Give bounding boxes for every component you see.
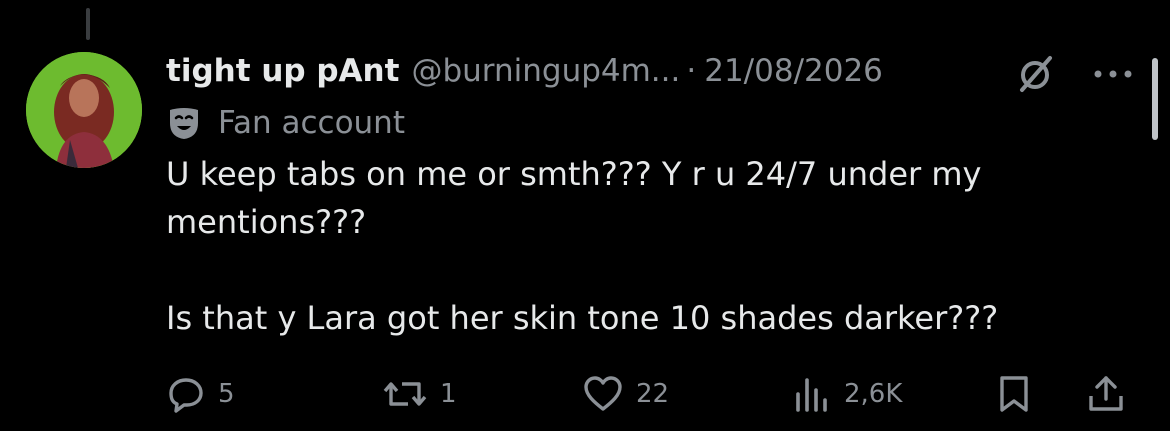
avatar-image: [26, 52, 142, 168]
scrollbar[interactable]: [1152, 58, 1158, 140]
label-text: Fan account: [218, 105, 405, 141]
tweet-header: tight up pAnt @burningup4m... · 21/08/20…: [166, 46, 883, 96]
paragraph-break: [166, 246, 1126, 294]
views-icon: [796, 378, 827, 412]
views-count: 2,6K: [844, 379, 903, 409]
theater-mask-icon: [170, 108, 198, 139]
reply-count: 5: [218, 379, 235, 409]
repost-count: 1: [440, 379, 457, 409]
heart-icon: [584, 376, 622, 411]
bookmark-button[interactable]: [994, 372, 1034, 416]
reply-button[interactable]: 5: [166, 372, 235, 416]
tweet-date[interactable]: 21/08/2026: [704, 53, 883, 89]
like-button[interactable]: 22: [582, 372, 669, 416]
avatar[interactable]: [26, 52, 142, 168]
user-handle[interactable]: @burningup4m...: [411, 53, 680, 89]
repost-icon: [383, 382, 427, 406]
thread-connector-line: [86, 8, 90, 40]
tweet-text-line: U keep tabs on me or smth??? Y r u 24/7 …: [166, 155, 982, 241]
repost-button[interactable]: 1: [382, 372, 457, 416]
share-button[interactable]: [1086, 372, 1126, 416]
separator-dot: ·: [686, 53, 697, 89]
grok-icon[interactable]: [1016, 54, 1056, 94]
reply-icon: [169, 378, 203, 413]
bookmark-icon: [1000, 376, 1028, 412]
tweet-text-line: Is that y Lara got her skin tone 10 shad…: [166, 299, 999, 337]
like-count: 22: [636, 379, 670, 409]
account-label: Fan account: [166, 102, 405, 144]
more-icon[interactable]: [1090, 60, 1136, 88]
display-name[interactable]: tight up pAnt: [166, 53, 399, 89]
tweet-text: U keep tabs on me or smth??? Y r u 24/7 …: [166, 150, 1126, 342]
views-button[interactable]: 2,6K: [792, 372, 902, 416]
share-icon: [1089, 376, 1123, 411]
